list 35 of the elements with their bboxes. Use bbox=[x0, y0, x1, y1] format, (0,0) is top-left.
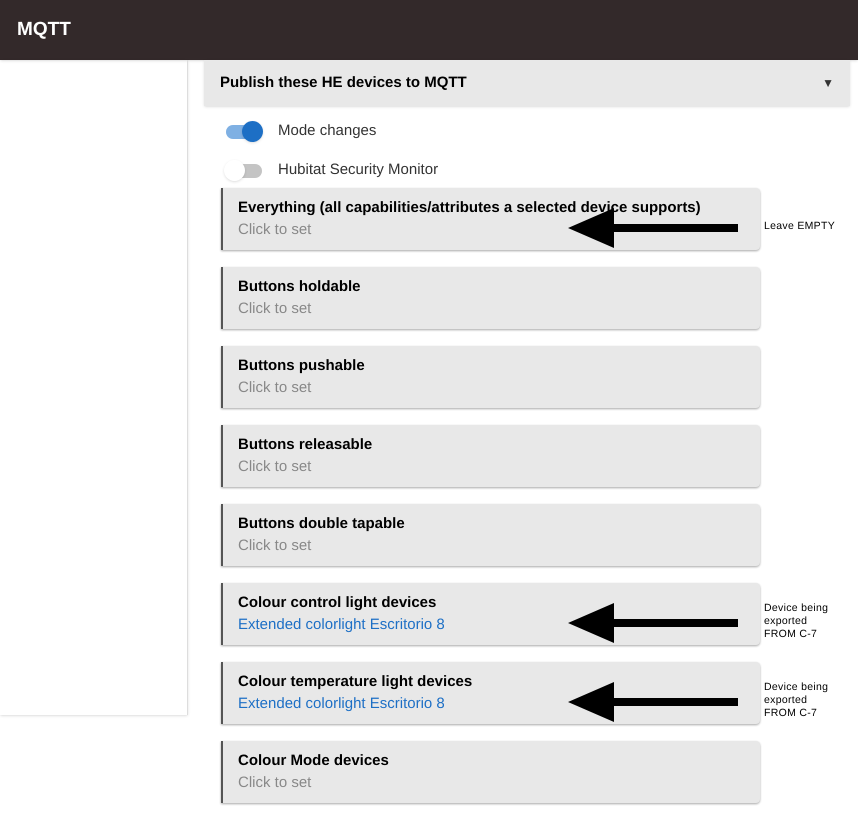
card-hint: Click to set bbox=[238, 378, 312, 398]
card-title: Buttons pushable bbox=[238, 356, 365, 376]
card-title: Buttons double tapable bbox=[238, 514, 405, 534]
setting-card[interactable]: Colour temperature light devices Extended colorlight Escritorio 8 bbox=[221, 662, 760, 724]
card-title: Buttons holdable bbox=[238, 276, 360, 296]
card-title: Colour temperature light devices bbox=[238, 672, 472, 692]
annotation-note: Device being exported FROM C-7 bbox=[764, 680, 830, 720]
annotation-note: Leave EMPTY bbox=[764, 220, 836, 232]
setting-card[interactable]: Colour Mode devices Click to set bbox=[221, 741, 760, 803]
toggle-label: Hubitat Security Monitor bbox=[278, 160, 438, 180]
setting-card[interactable]: Everything (all capabilities/attributes a selected device supports) Click to set bbox=[221, 188, 760, 250]
selected-device-link[interactable]: Extended colorlight Escritorio 8 bbox=[238, 693, 445, 716]
section-header[interactable]: Publish these HE devices to MQTT ▼ bbox=[204, 60, 850, 106]
setting-card[interactable]: Buttons pushable Click to set bbox=[221, 346, 760, 408]
annotation-note: Device being exported FROM C-7 bbox=[764, 602, 830, 640]
selected-device-link[interactable]: Extended colorlight Escritorio 8 bbox=[238, 614, 445, 636]
arrow-icon bbox=[568, 682, 738, 722]
card-title: Colour Mode devices bbox=[238, 750, 389, 770]
section-title: Publish these HE devices to MQTT bbox=[220, 72, 467, 93]
card-hint: Click to set bbox=[238, 773, 312, 793]
card-title: Buttons releasable bbox=[238, 434, 372, 454]
toggle-label: Mode changes bbox=[278, 121, 376, 142]
card-title: Everything (all capabilities/attributes a selected device supports) bbox=[238, 198, 701, 218]
card-hint: Click to set bbox=[238, 220, 312, 240]
setting-card[interactable]: Buttons releasable Click to set bbox=[221, 425, 760, 487]
setting-card[interactable]: Buttons double tapable Click to set bbox=[221, 504, 760, 566]
card-hint: Click to set bbox=[238, 457, 312, 477]
app-title: MQTT bbox=[17, 18, 71, 42]
caret-icon: ▼ bbox=[822, 74, 834, 92]
arrow-icon bbox=[568, 603, 738, 643]
card-title: Colour control light devices bbox=[238, 592, 436, 612]
setting-card[interactable]: Colour control light devices Extended colorlight Escritorio 8 bbox=[221, 583, 760, 645]
card-hint: Click to set bbox=[238, 299, 312, 319]
setting-card[interactable]: Buttons holdable Click to set bbox=[221, 267, 760, 329]
card-hint: Click to set bbox=[238, 536, 312, 556]
